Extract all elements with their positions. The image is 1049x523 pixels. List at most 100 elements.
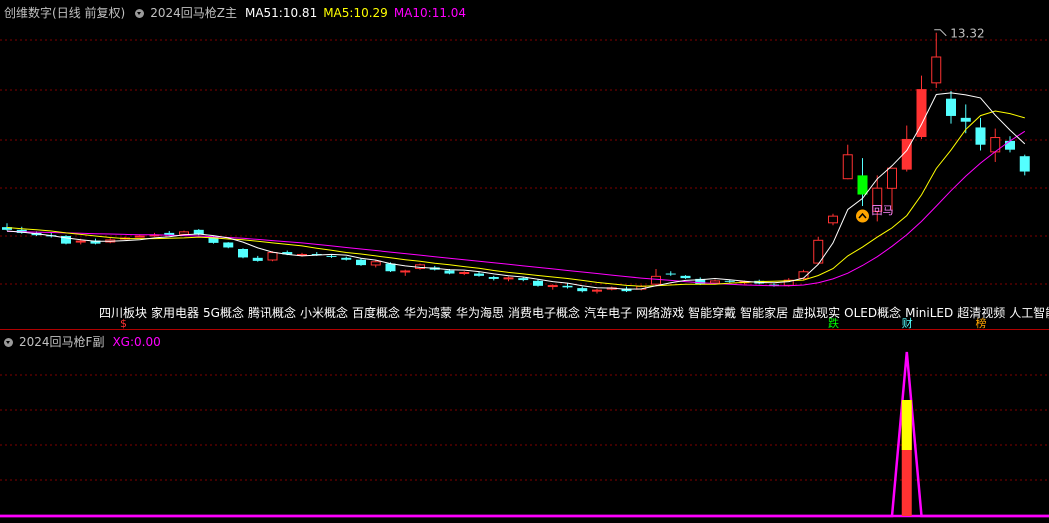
candle-body-46 [680, 275, 691, 279]
concept-tag[interactable]: 小米概念 [300, 306, 348, 320]
candle-34[interactable] [503, 276, 514, 282]
candle-44[interactable] [651, 268, 661, 286]
candle-body-23 [341, 257, 352, 260]
candle-33[interactable] [488, 275, 499, 281]
concept-tag[interactable]: 华为鸿蒙 [404, 306, 452, 320]
candle-body-18 [267, 252, 278, 261]
candle-16[interactable] [238, 248, 248, 259]
ma10-label: MA10: [393, 6, 432, 20]
candle-40[interactable] [592, 288, 602, 294]
candle-body-26 [385, 263, 396, 272]
candle-body-37 [547, 285, 558, 288]
concept-tag[interactable]: OLED概念 [844, 306, 901, 320]
concept-tag[interactable]: 人工智能 [1009, 306, 1049, 320]
concept-tag[interactable]: 5G概念 [203, 306, 244, 320]
candle-56[interactable] [828, 213, 838, 226]
candle-body-9 [134, 235, 145, 238]
concept-tag[interactable]: 智能穿戴 [688, 306, 736, 320]
candle-body-44 [651, 275, 661, 285]
concept-tag[interactable]: 汽车电子 [584, 306, 632, 320]
candle-27[interactable] [400, 269, 411, 276]
ma51-value: 10.81 [282, 6, 318, 20]
concept-tags-row: 四川板块 家用电器 5G概念 腾讯概念 小米概念 百度概念 华为鸿蒙 华为海思 消费电子概念 汽车… [99, 304, 1049, 321]
main-indicator-name[interactable]: 2024回马枪Z主 [150, 6, 237, 20]
concept-tag[interactable]: 智能家居 [740, 306, 788, 320]
grid-lines [0, 39, 1049, 481]
concept-tag[interactable]: MiniLED [905, 306, 953, 320]
candle-62[interactable] [916, 75, 927, 139]
concept-tag[interactable]: 百度概念 [352, 306, 400, 320]
candle-body-36 [533, 280, 543, 286]
candle-17[interactable] [252, 255, 263, 262]
candle-37[interactable] [547, 284, 558, 290]
candle-15[interactable] [223, 242, 234, 249]
candle-body-34 [503, 277, 514, 280]
candle-body-48 [710, 280, 720, 284]
candle-body-64 [946, 98, 956, 116]
candle-body-33 [488, 276, 499, 279]
candle-body-24 [356, 259, 366, 266]
candle-36[interactable] [533, 279, 543, 287]
candle-body-27 [400, 270, 411, 273]
sub-panel-header: 2024回马枪F副 XG:0.00 [4, 333, 167, 350]
candle-body-45 [665, 273, 676, 275]
candle-46[interactable] [680, 275, 691, 279]
sub-indicator-menu-icon[interactable] [4, 338, 13, 347]
concept-tag[interactable]: 虚拟现实 [792, 306, 840, 320]
moving-average-lines [6, 92, 1026, 290]
candle-body-68 [1005, 140, 1015, 150]
candle-body-17 [252, 257, 263, 261]
candle-body-69 [1019, 156, 1030, 172]
concept-tag[interactable]: 消费电子概念 [508, 306, 580, 320]
candle-64[interactable] [946, 91, 956, 124]
candle-body-60 [887, 167, 897, 189]
candle-69[interactable] [1019, 154, 1030, 176]
candle-body-39 [577, 288, 588, 292]
candlestick-series[interactable] [2, 32, 1030, 294]
candle-67[interactable] [990, 128, 1001, 162]
candle-4[interactable] [61, 235, 71, 245]
ma5-value: 10.29 [353, 6, 388, 20]
candle-body-65 [960, 117, 971, 122]
xg-line [0, 351, 1049, 518]
candle-body-31 [459, 272, 470, 275]
candle-61[interactable] [901, 125, 912, 172]
concept-tag[interactable]: 腾讯概念 [248, 306, 296, 320]
candle-body-63 [931, 56, 942, 84]
candle-body-15 [223, 242, 234, 248]
concept-tag[interactable]: 超清视频 [957, 306, 1005, 320]
ma5-label: MA5: [323, 6, 354, 20]
indicator-menu-icon[interactable] [135, 9, 145, 18]
stock-name[interactable]: 创维数字 [4, 6, 52, 20]
sub-indicator-panel[interactable] [0, 351, 1049, 518]
signal-circle-icon [856, 209, 869, 223]
candle-39[interactable] [577, 286, 588, 293]
xg-bar-yellow [901, 400, 912, 450]
candle-body-38 [562, 285, 573, 288]
candle-63[interactable] [931, 32, 942, 88]
concept-tag[interactable]: 华为海思 [456, 306, 504, 320]
candle-body-32 [474, 273, 484, 276]
candle-31[interactable] [459, 271, 470, 276]
stock-chart[interactable]: 13.32回马$ 跌财榜 [0, 0, 1049, 523]
candle-body-12 [179, 231, 189, 235]
candle-45[interactable] [665, 271, 676, 276]
candle-24[interactable] [356, 258, 366, 266]
candle-32[interactable] [474, 272, 484, 277]
ma10-value: 11.04 [431, 6, 467, 20]
main-panel-header: 创维数字(日线 前复权) 2024回马枪Z主 MA51:10.81 MA5:10.29… [4, 4, 472, 21]
candle-66[interactable] [975, 117, 986, 151]
ma51-label: MA51: [244, 6, 283, 20]
candle-body-22 [326, 255, 337, 257]
candle-57[interactable] [842, 144, 853, 180]
concept-tag[interactable]: 四川板块 [99, 306, 147, 320]
concept-tag[interactable]: 网络游戏 [636, 306, 684, 320]
period-label[interactable]: (日线 前复权) [52, 6, 125, 20]
candle-body-16 [238, 249, 248, 258]
concept-tag[interactable]: 家用电器 [151, 306, 199, 320]
candle-0[interactable] [2, 223, 12, 231]
signal-label: 回马 [872, 204, 894, 217]
candle-23[interactable] [341, 256, 352, 261]
xg-value: 0.00 [134, 335, 161, 349]
sub-indicator-name[interactable]: 2024回马枪F副 [19, 335, 104, 349]
